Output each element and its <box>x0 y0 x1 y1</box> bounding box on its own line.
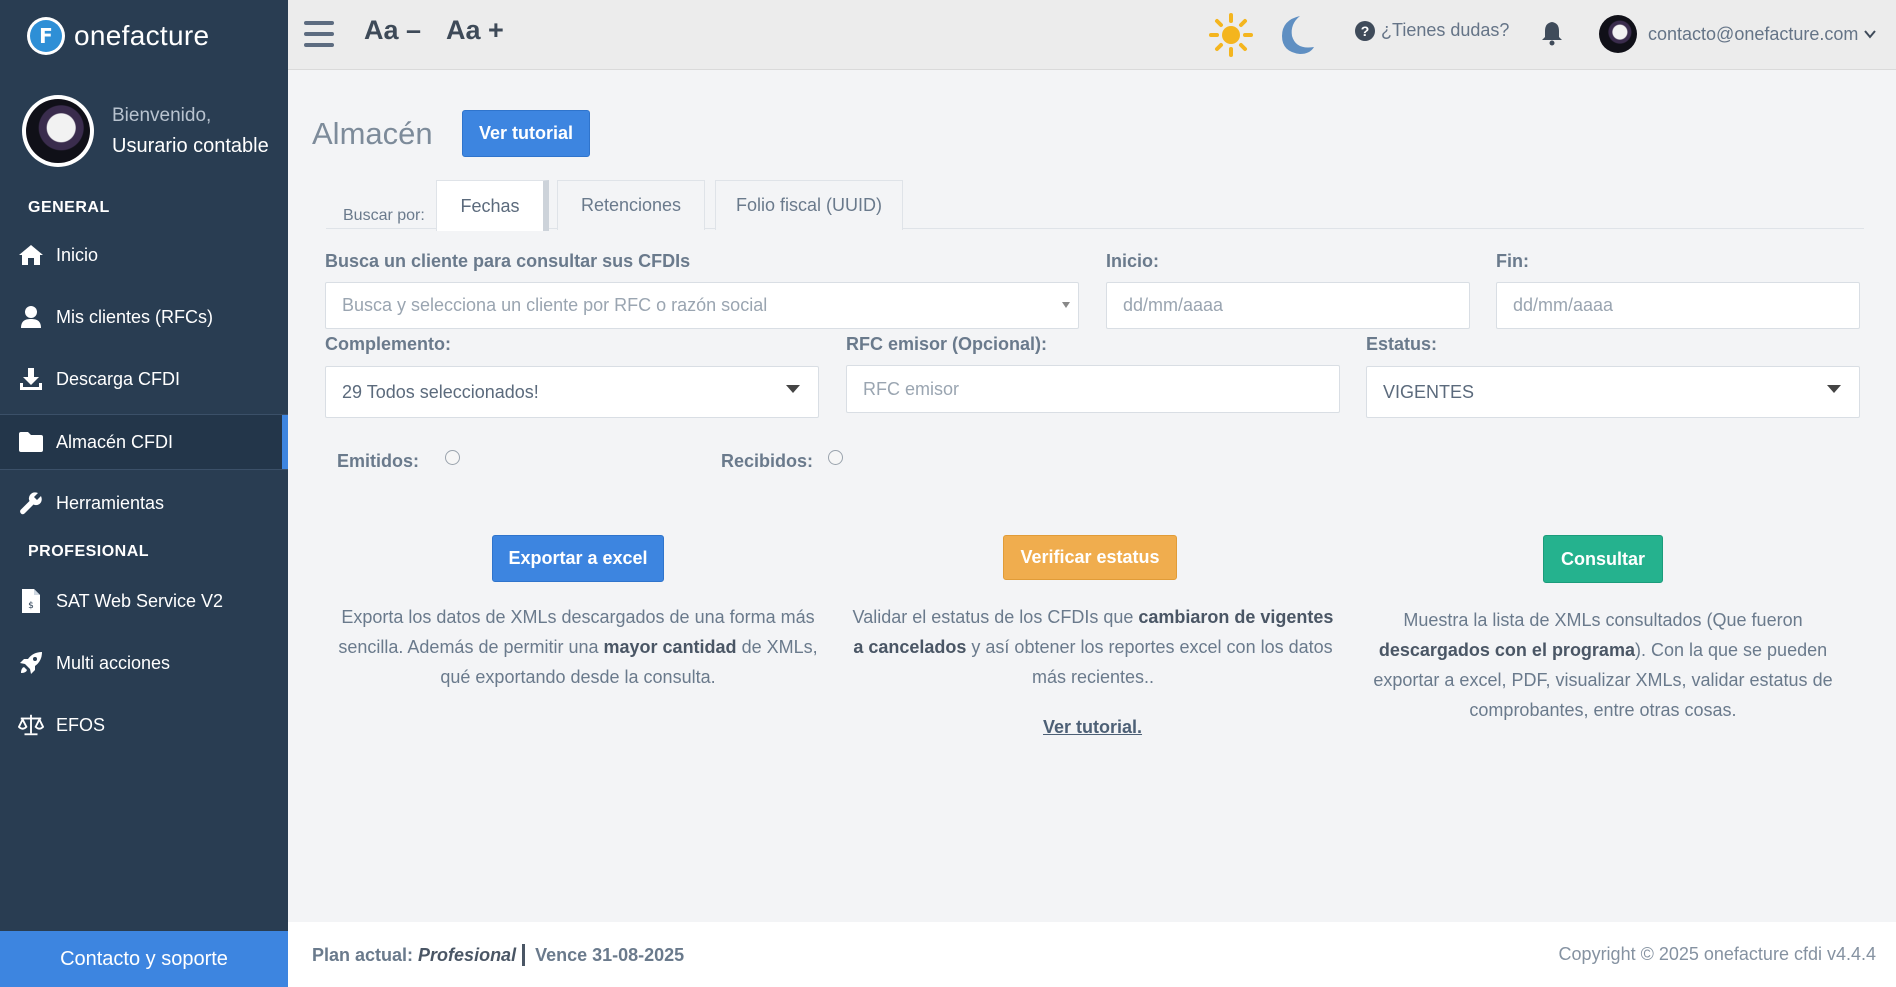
sidebar-item-efos[interactable]: EFOS <box>0 697 288 753</box>
plan-expiration: Vence 31-08-2025 <box>535 944 685 965</box>
bell-icon[interactable] <box>1540 20 1564 46</box>
emitidos-radio[interactable] <box>445 450 460 465</box>
consult-button[interactable]: Consultar <box>1543 535 1663 583</box>
footer: Plan actual: Profesional Vence 31-08-202… <box>288 922 1896 987</box>
main-content: Almacén Ver tutorial Buscar por: Fechas … <box>288 70 1896 922</box>
user-icon <box>18 304 44 330</box>
export-excel-button[interactable]: Exportar a excel <box>492 535 664 582</box>
copyright: Copyright © 2025 onefacture cfdi v4.4.4 <box>1558 944 1876 964</box>
user-profile: Bienvenido, Usurario contable <box>22 95 269 167</box>
plan-info: Plan actual: Profesional Vence 31-08-202… <box>312 944 684 966</box>
rfc-input[interactable]: RFC emisor <box>846 365 1340 413</box>
sidebar-item-label: SAT Web Service V2 <box>56 590 224 611</box>
client-label: Busca un cliente para consultar sus CFDI… <box>325 251 691 271</box>
question-icon: ? <box>1355 20 1375 41</box>
support-button[interactable]: Contacto y soporte <box>0 931 288 987</box>
recibidos-radio[interactable] <box>828 450 843 465</box>
font-increase-button[interactable]: Aa + <box>446 15 504 46</box>
brand-name: onefacture <box>74 20 210 51</box>
verify-tutorial-link[interactable]: Ver tutorial. <box>1043 717 1142 738</box>
sidebar-item-almacen[interactable]: Almacén CFDI <box>0 414 288 470</box>
help-link[interactable]: ? ¿Tienes dudas? <box>1355 20 1509 41</box>
chevron-down-icon <box>1864 30 1877 39</box>
account-menu[interactable]: contacto@onefacture.com <box>1599 15 1877 53</box>
recibidos-label: Recibidos: <box>721 451 814 471</box>
client-placeholder: Busca y selecciona un cliente por RFC o … <box>342 295 768 315</box>
plan-value: Profesional <box>418 944 517 965</box>
balance-scale-icon <box>18 712 44 738</box>
start-date-label: Inicio: <box>1106 251 1159 271</box>
section-title-general: GENERAL <box>28 199 110 216</box>
moon-icon[interactable] <box>1276 14 1316 56</box>
tab-folio-fiscal[interactable]: Folio fiscal (UUID) <box>715 180 903 230</box>
consult-description: Muestra la lista de XMLs consultados (Qu… <box>1373 610 1833 720</box>
sidebar-item-label: EFOS <box>56 714 106 735</box>
end-date-label: Fin: <box>1496 251 1529 271</box>
sidebar-item-inicio[interactable]: Inicio <box>0 227 288 283</box>
tab-fechas[interactable]: Fechas <box>436 180 549 231</box>
menu-toggle-icon[interactable] <box>304 21 334 47</box>
home-icon <box>18 242 44 268</box>
page-title: Almacén <box>312 116 433 151</box>
end-date-placeholder: dd/mm/aaaa <box>1513 295 1614 315</box>
user-greeting: Bienvenido, <box>112 105 212 126</box>
verify-status-button[interactable]: Verificar estatus <box>1003 535 1177 580</box>
status-value: VIGENTES <box>1383 381 1475 402</box>
rfc-label: RFC emisor (Opcional): <box>846 334 1048 354</box>
plan-divider <box>522 944 526 966</box>
complement-label: Complemento: <box>325 334 451 354</box>
svg-text:$: $ <box>28 601 34 611</box>
start-date-placeholder: dd/mm/aaaa <box>1123 295 1224 315</box>
sidebar-item-multi-acciones[interactable]: Multi acciones <box>0 635 288 691</box>
sidebar: F onefacture Bienvenido, Usurario contab… <box>0 0 288 987</box>
sidebar-item-label: Descarga CFDI <box>56 368 181 389</box>
complement-value: 29 Todos seleccionados! <box>342 381 539 402</box>
caret-down-icon <box>786 385 800 393</box>
section-title-profesional: PROFESIONAL <box>28 543 150 560</box>
verify-description: Validar el estatus de los CFDIs que camb… <box>852 607 1334 687</box>
sidebar-item-herramientas[interactable]: Herramientas <box>0 475 288 531</box>
download-icon <box>18 366 44 392</box>
end-date-input[interactable]: dd/mm/aaaa <box>1496 282 1860 329</box>
sidebar-item-label: Almacén CFDI <box>56 431 174 452</box>
caret-down-icon <box>1062 302 1070 308</box>
complement-select[interactable]: 29 Todos seleccionados! <box>325 366 819 418</box>
tab-retenciones[interactable]: Retenciones <box>557 180 705 230</box>
start-date-input[interactable]: dd/mm/aaaa <box>1106 282 1470 329</box>
sidebar-item-clientes[interactable]: Mis clientes (RFCs) <box>0 289 288 345</box>
wrench-icon <box>18 490 44 516</box>
export-description: Exporta los datos de XMLs descargados de… <box>338 607 818 687</box>
rocket-icon <box>18 650 44 676</box>
emitidos-label: Emitidos: <box>337 451 420 471</box>
folder-icon <box>18 429 44 455</box>
sidebar-item-descarga[interactable]: Descarga CFDI <box>0 351 288 407</box>
sun-icon[interactable] <box>1209 13 1253 57</box>
rfc-placeholder: RFC emisor <box>863 378 960 399</box>
account-email: contacto@onefacture.com <box>1648 23 1859 44</box>
client-select[interactable]: Busca y selecciona un cliente por RFC o … <box>325 282 1079 329</box>
help-label: ¿Tienes dudas? <box>1381 20 1510 40</box>
status-label: Estatus: <box>1366 334 1438 354</box>
topbar: Aa – Aa + ? ¿Tienes dudas? contacto@onef… <box>288 0 1896 70</box>
caret-down-icon <box>1827 385 1841 393</box>
font-decrease-button[interactable]: Aa – <box>364 15 421 46</box>
file-icon: $ <box>18 588 44 614</box>
sidebar-item-label: Multi acciones <box>56 652 171 673</box>
user-name: Usurario contable <box>112 135 269 157</box>
sidebar-item-label: Inicio <box>56 244 99 265</box>
avatar <box>22 95 94 167</box>
brand-logo-icon: F <box>27 17 65 55</box>
plan-label: Plan actual: <box>312 944 414 965</box>
sidebar-item-sat-web-service[interactable]: $ SAT Web Service V2 <box>0 573 288 629</box>
search-by-label: Buscar por: <box>343 207 425 224</box>
status-select[interactable]: VIGENTES <box>1366 366 1860 418</box>
avatar <box>1599 15 1637 53</box>
sidebar-item-label: Mis clientes (RFCs) <box>56 306 214 327</box>
brand[interactable]: F onefacture <box>27 17 209 55</box>
tutorial-button[interactable]: Ver tutorial <box>462 110 590 157</box>
sidebar-item-label: Herramientas <box>56 492 165 513</box>
